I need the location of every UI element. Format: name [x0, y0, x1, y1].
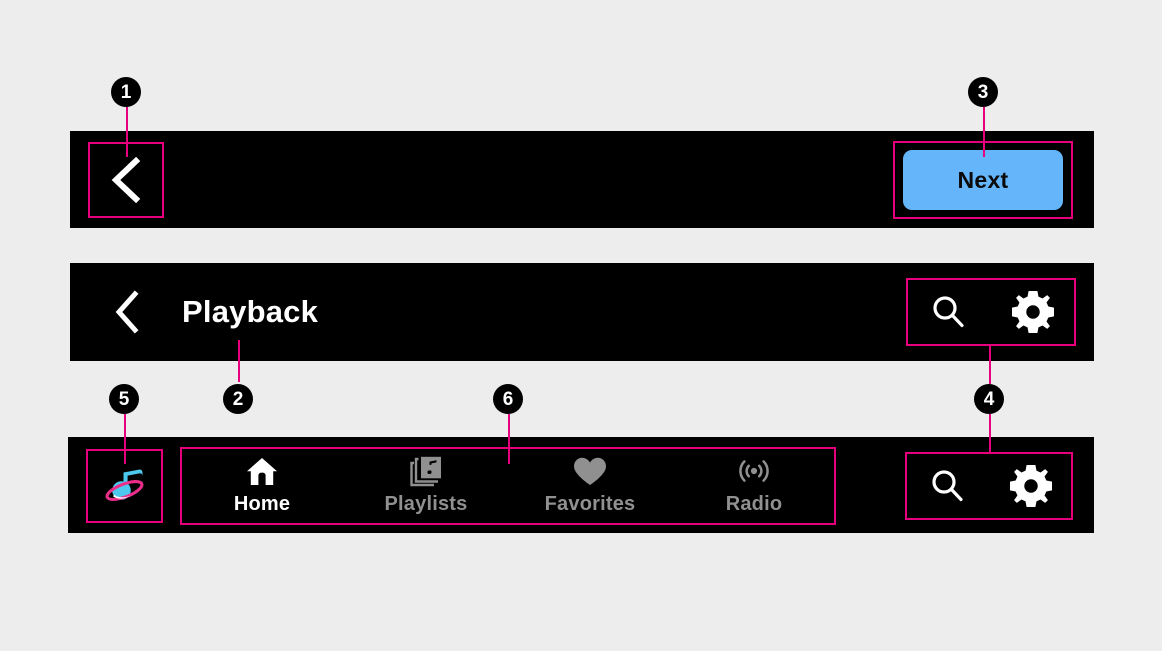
home-icon	[246, 456, 278, 486]
callout-badge-6: 6	[493, 384, 523, 414]
callout-badge-6-number: 6	[502, 388, 514, 410]
callout-line-5	[124, 414, 126, 464]
tab-radio-label: Radio	[725, 493, 783, 515]
chevron-left-icon	[113, 290, 141, 334]
search-icon[interactable]	[927, 466, 967, 506]
next-button[interactable]: Next	[903, 150, 1063, 210]
music-note-orbit-logo	[99, 460, 151, 512]
callout-badge-5: 5	[109, 384, 139, 414]
search-icon[interactable]	[928, 292, 968, 332]
callout-line-4-down	[989, 414, 991, 454]
radio-broadcast-icon	[738, 456, 770, 487]
tab-home-label: Home	[233, 493, 291, 515]
header-back-button[interactable]	[104, 287, 150, 337]
tab-bar-action-group	[905, 452, 1073, 520]
page-title: Playback	[182, 294, 319, 329]
callout-badge-2-number: 2	[232, 388, 244, 410]
callout-badge-1: 1	[111, 77, 141, 107]
tab-radio[interactable]: Radio	[672, 447, 836, 525]
tab-favorites[interactable]: Favorites	[508, 447, 672, 525]
playlist-library-icon	[410, 456, 442, 486]
tab-playlists[interactable]: Playlists	[344, 447, 508, 525]
callout-badge-3-number: 3	[977, 81, 989, 103]
callout-badge-4-number: 4	[983, 388, 995, 410]
tab-home[interactable]: Home	[180, 447, 344, 525]
callout-line-3	[983, 107, 985, 157]
callout-line-2	[238, 340, 240, 382]
heart-icon	[573, 456, 607, 486]
callout-line-4-up	[989, 346, 991, 384]
header-action-group	[906, 278, 1076, 346]
callout-badge-1-number: 1	[120, 81, 132, 103]
next-button-label: Next	[957, 166, 1009, 193]
chevron-left-icon	[108, 157, 144, 203]
callout-line-6	[508, 414, 510, 464]
callout-line-1	[126, 107, 128, 157]
callout-badge-5-number: 5	[118, 388, 130, 410]
tab-playlists-label: Playlists	[384, 493, 468, 515]
tab-favorites-label: Favorites	[544, 493, 636, 515]
callout-badge-3: 3	[968, 77, 998, 107]
gear-icon[interactable]	[1012, 291, 1054, 333]
callout-badge-4: 4	[974, 384, 1004, 414]
gear-icon[interactable]	[1009, 465, 1052, 507]
callout-badge-2: 2	[223, 384, 253, 414]
